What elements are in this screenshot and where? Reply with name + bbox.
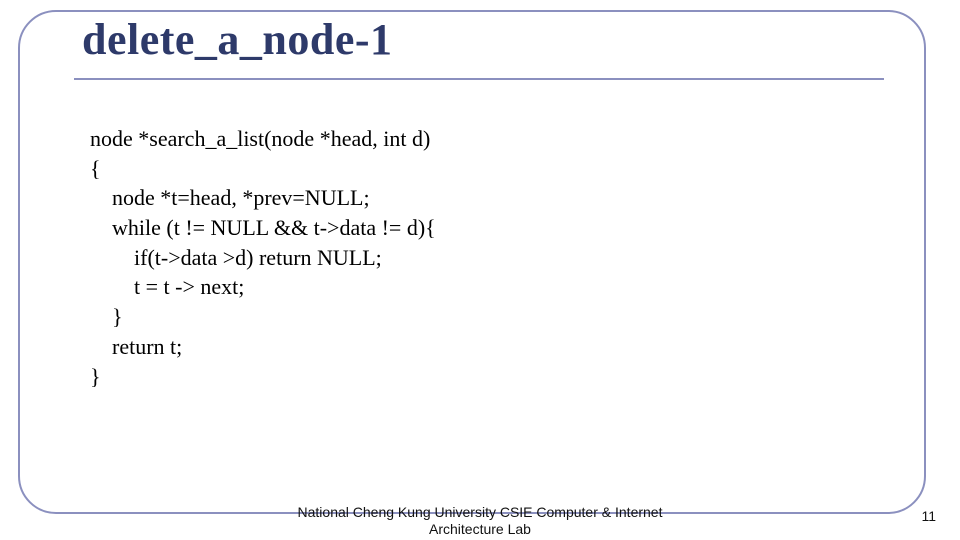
code-line: return t; — [90, 334, 182, 359]
slide-title: delete_a_node-1 — [82, 14, 393, 65]
title-underline — [74, 78, 884, 80]
code-line: while (t != NULL && t->data != d){ — [90, 215, 436, 240]
code-line: node *t=head, *prev=NULL; — [90, 185, 370, 210]
code-line: } — [90, 364, 101, 389]
code-line: t = t -> next; — [90, 274, 244, 299]
footer-line-2: Architecture Lab — [429, 521, 531, 537]
footer: National Cheng Kung University CSIE Comp… — [0, 504, 960, 538]
page-number: 11 — [921, 508, 936, 524]
footer-line-1: National Cheng Kung University CSIE Comp… — [298, 504, 663, 520]
code-block: node *search_a_list(node *head, int d) {… — [90, 124, 436, 391]
code-line: if(t->data >d) return NULL; — [90, 245, 382, 270]
code-line: } — [90, 304, 123, 329]
code-line: { — [90, 156, 101, 181]
code-line: node *search_a_list(node *head, int d) — [90, 126, 430, 151]
